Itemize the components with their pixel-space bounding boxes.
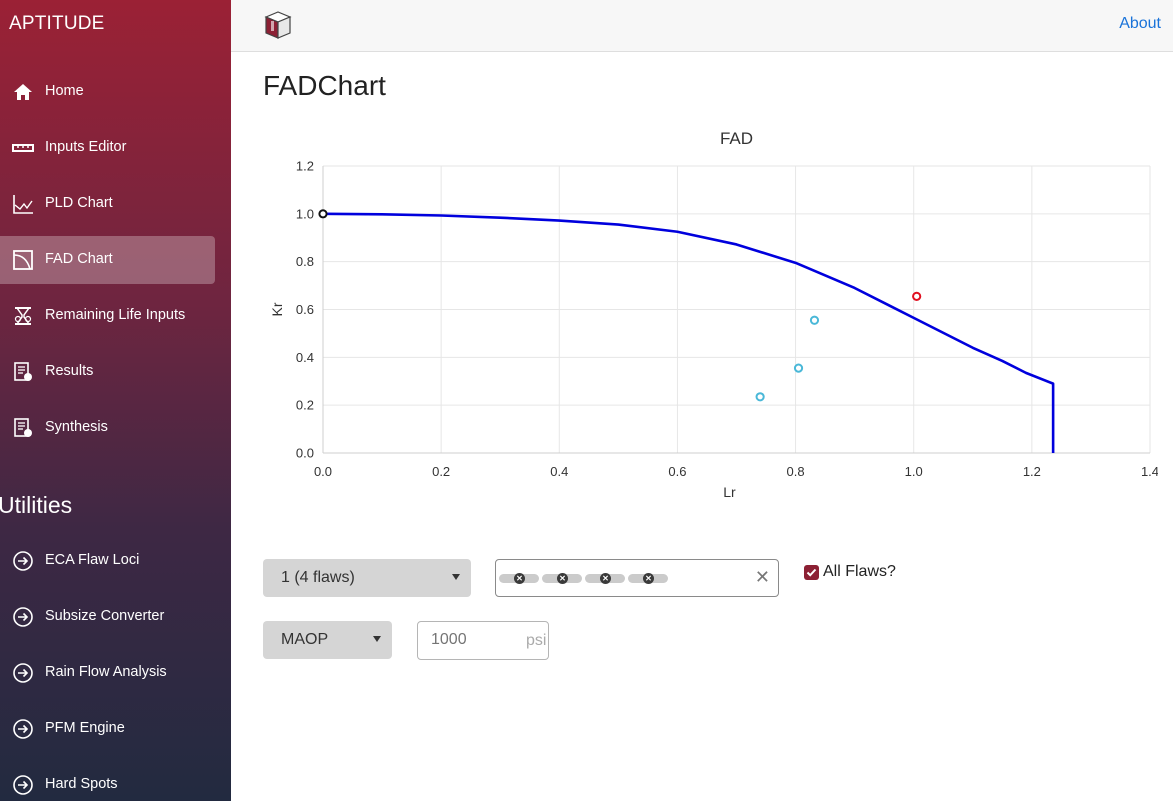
pressure-select-value: MAOP: [281, 631, 329, 648]
nav-item-label: Inputs Editor: [45, 139, 127, 155]
nav-item-label: Remaining Life Inputs: [45, 307, 186, 323]
flaw-select[interactable]: 1 (4 flaws): [263, 559, 471, 597]
x-tick-label: 1.0: [905, 464, 923, 479]
data-point: [809, 315, 820, 325]
nav-item-label: Hard Spots: [45, 776, 118, 792]
x-tick-label: 0.0: [314, 464, 332, 479]
nav-item-home[interactable]: Home: [0, 68, 215, 116]
flaw-select-value: 1 (4 flaws): [281, 569, 355, 586]
nav-item-label: Results: [45, 363, 94, 379]
nav-item-subsize-converter[interactable]: Subsize Converter: [0, 593, 215, 641]
nav-item-synthesis[interactable]: Synthesis: [0, 404, 215, 452]
ruler-icon: [12, 144, 34, 152]
nav-item-label: ECA Flaw Loci: [45, 552, 140, 568]
nav-item-label: PFM Engine: [45, 720, 125, 736]
chart-title: FAD: [720, 129, 753, 148]
circle-arrow-right-icon: [13, 663, 33, 683]
remove-tag-icon[interactable]: ✕: [514, 573, 525, 584]
all-flaws-label[interactable]: All Flaws?: [823, 563, 896, 581]
fad-curve: [322, 212, 1055, 453]
x-tick-label: 0.4: [550, 464, 568, 479]
circle-arrow-right-icon: [13, 719, 33, 739]
x-tick-label: 1.4: [1141, 464, 1158, 479]
flaw-tags-input[interactable]: ✕ ✕ ✕ ✕ ✕: [495, 559, 779, 597]
pressure-input-group: psi: [417, 621, 549, 660]
page-title: FADChart: [263, 70, 386, 101]
utilities-heading: Utilities: [0, 492, 73, 518]
nav-item-rain-flow-analysis[interactable]: Rain Flow Analysis: [0, 649, 215, 697]
nav-item-pfm-engine[interactable]: PFM Engine: [0, 705, 215, 753]
nav-item-remaining-life-inputs[interactable]: Remaining Life Inputs: [0, 292, 215, 340]
nav-item-label: Synthesis: [45, 419, 108, 435]
x-axis-label: Lr: [723, 484, 736, 500]
data-point: [793, 363, 804, 373]
pressure-unit: psi: [526, 632, 547, 649]
y-tick-label: 0.0: [296, 446, 314, 461]
all-flaws-checkbox[interactable]: [804, 565, 819, 580]
nav-item-pld-chart[interactable]: PLD Chart: [0, 180, 215, 228]
x-tick-label: 0.6: [668, 464, 686, 479]
remove-tag-icon[interactable]: ✕: [557, 573, 568, 584]
app-brand[interactable]: APTITUDE: [9, 13, 105, 35]
y-tick-label: 0.8: [296, 254, 314, 269]
data-point: [318, 209, 328, 219]
data-point: [755, 392, 765, 402]
top-bar: About: [231, 0, 1173, 52]
flaw-tag[interactable]: ✕: [499, 573, 539, 584]
nav-item-label: FAD Chart: [45, 251, 113, 267]
flaw-tag[interactable]: ✕: [542, 573, 582, 584]
sidebar: APTITUDE Home Inputs Editor PLD Chart FA…: [0, 0, 231, 801]
y-tick-label: 0.4: [296, 350, 314, 365]
nav-item-label: Home: [45, 83, 84, 99]
circle-arrow-right-icon: [13, 775, 33, 795]
x-tick-label: 0.8: [787, 464, 805, 479]
nav-item-label: Rain Flow Analysis: [45, 664, 167, 680]
circle-arrow-right-icon: [13, 551, 33, 571]
remove-tag-icon[interactable]: ✕: [600, 573, 611, 584]
report-icon: [14, 362, 32, 381]
nav-item-results[interactable]: Results: [0, 348, 215, 396]
y-tick-label: 1.0: [296, 206, 314, 221]
circle-arrow-right-icon: [13, 607, 33, 627]
chevron-down-icon: [373, 636, 381, 642]
fad-chart: 0.0 0.2 0.4 0.6 0.8 1.0 1.2 1.4 0.0 0.2 0.4 0.6 0.8 1…: [269, 129, 1158, 500]
y-tick-label: 1.2: [296, 159, 314, 174]
logo-icon[interactable]: [262, 9, 294, 41]
about-link[interactable]: About: [1119, 15, 1161, 33]
checkmark-icon: [806, 568, 817, 577]
flaw-tag[interactable]: ✕: [628, 573, 668, 584]
y-axis-label: Kr: [269, 302, 285, 316]
nav-item-hard-spots[interactable]: Hard Spots: [0, 761, 215, 801]
report-icon: [14, 418, 32, 437]
chevron-down-icon: [452, 574, 460, 580]
home-icon: [14, 84, 32, 100]
pressure-select[interactable]: MAOP: [263, 621, 392, 659]
x-tick-label: 0.2: [432, 464, 450, 479]
clear-tags-icon[interactable]: ✕: [755, 568, 770, 586]
y-tick-label: 0.2: [296, 398, 314, 413]
nav-item-label: PLD Chart: [45, 195, 113, 211]
pressure-input[interactable]: [431, 631, 511, 649]
data-point: [912, 291, 922, 301]
nav-item-fad-chart[interactable]: FAD Chart: [0, 236, 215, 284]
line-chart-icon: [13, 195, 33, 214]
nav-item-label: Subsize Converter: [45, 608, 165, 624]
y-tick-label: 0.6: [296, 302, 314, 317]
flaw-tag[interactable]: ✕: [585, 573, 625, 584]
x-tick-label: 1.2: [1023, 464, 1041, 479]
nav-item-eca-flaw-loci[interactable]: ECA Flaw Loci: [0, 537, 215, 585]
nav-item-inputs-editor[interactable]: Inputs Editor: [0, 124, 215, 172]
hourglass-icon: [14, 307, 32, 325]
remove-tag-icon[interactable]: ✕: [643, 573, 654, 584]
fad-chart-icon: [13, 250, 33, 270]
